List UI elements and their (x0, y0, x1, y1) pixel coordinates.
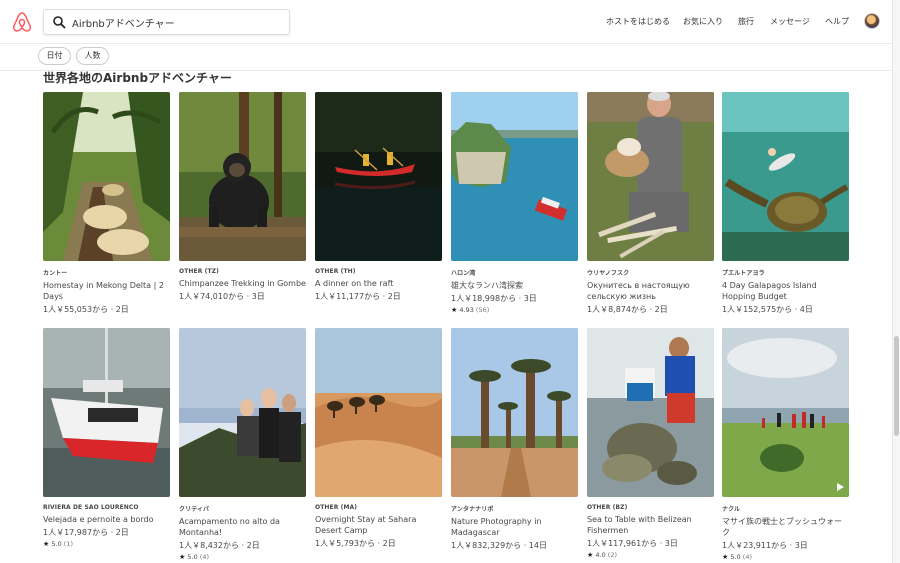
nav-help[interactable]: ヘルプ (825, 16, 849, 27)
experience-price: 1人￥23,911から · 3日 (722, 541, 808, 550)
filter-bar: 日付 人数 (0, 44, 900, 71)
page-scrollbar[interactable] (892, 0, 900, 563)
experience-price: 1人￥74,010から · 3日 (179, 292, 265, 301)
star-icon: ★ (179, 553, 186, 561)
experience-location: RIVIERA DE SAO LOURENCO (43, 504, 139, 511)
experience-location: ハロン湾 (451, 270, 476, 277)
experience-card[interactable]: OTHER (TZ) Chimpanzee Trekking in Gombe … (179, 92, 306, 302)
experience-photo[interactable] (43, 328, 170, 497)
experience-card[interactable]: クリティバ Acampamento no alto da Montanha! 1… (179, 328, 306, 561)
nav-trips[interactable]: 旅行 (738, 16, 754, 27)
experience-photo[interactable] (722, 328, 849, 497)
experience-title[interactable]: 4 Day Galapagos Island Hopping Budget (722, 280, 849, 302)
experience-rating: ★ 5.0 (4) (179, 553, 209, 561)
experience-card[interactable]: OTHER (BZ) Sea to Table with Belizean Fi… (587, 328, 714, 559)
experience-price: 1人￥18,998から · 3日 (451, 294, 537, 303)
star-icon: ★ (451, 306, 458, 314)
experience-title[interactable]: マサイ族の戦士とブッシュウォーク (722, 516, 849, 538)
airbnb-logo[interactable] (12, 11, 32, 33)
experience-card[interactable]: ナクル マサイ族の戦士とブッシュウォーク 1人￥23,911から · 3日 ★ … (722, 328, 849, 561)
experience-photo[interactable] (451, 328, 578, 497)
experience-price: 1人￥55,053から · 2日 (43, 305, 129, 314)
experience-location: プエルトアヨラ (722, 270, 765, 277)
experience-card[interactable]: プエルトアヨラ 4 Day Galapagos Island Hopping B… (722, 92, 849, 315)
filter-dates-button[interactable]: 日付 (38, 47, 71, 65)
experience-card[interactable]: アンタナナリボ Nature Photography in Madagascar… (451, 328, 578, 551)
experience-photo[interactable] (451, 92, 578, 261)
experience-title[interactable]: Velejada e pernoite a bordo (43, 514, 170, 525)
experience-price: 1人￥17,987から · 2日 (43, 528, 129, 537)
experience-title[interactable]: Overnight Stay at Sahara Desert Camp (315, 514, 442, 536)
nav-saved[interactable]: お気に入り (683, 16, 723, 27)
experience-photo[interactable] (587, 92, 714, 261)
nav-become-host[interactable]: ホストをはじめる (606, 16, 670, 27)
experience-title[interactable]: Окунитесь в настоящую сельскую жизнь (587, 280, 714, 302)
experience-location: アンタナナリボ (451, 506, 494, 513)
experience-title[interactable]: Sea to Table with Belizean Fishermen (587, 514, 714, 536)
experience-rating: ★ 4.0 (2) (587, 551, 617, 559)
experience-price: 1人￥5,793から · 2日 (315, 539, 396, 548)
experience-title[interactable]: Homestay in Mekong Delta | 2 Days (43, 280, 170, 302)
experience-price: 1人￥832,329から · 14日 (451, 541, 547, 550)
experience-title[interactable]: 雄大なランハ湾探索 (451, 280, 578, 291)
star-icon: ★ (722, 553, 729, 561)
experience-photo[interactable] (179, 92, 306, 261)
experience-rating: ★ 4.93 (56) (451, 306, 490, 314)
experience-location: クリティバ (179, 506, 210, 513)
star-icon: ★ (587, 551, 594, 559)
experience-location: ウリヤノフスク (587, 270, 630, 277)
experience-photo[interactable] (179, 328, 306, 497)
experience-photo[interactable] (315, 328, 442, 497)
experience-price: 1人￥11,177から · 2日 (315, 292, 401, 301)
experience-card[interactable]: ウリヤノフスク Окунитесь в настоящую сельскую ж… (587, 92, 714, 315)
experience-photo[interactable] (43, 92, 170, 261)
experience-location: OTHER (BZ) (587, 504, 628, 511)
experience-photo[interactable] (587, 328, 714, 497)
top-header: ホストをはじめる お気に入り 旅行 メッセージ ヘルプ (0, 0, 900, 44)
experience-title[interactable]: Nature Photography in Madagascar (451, 516, 578, 538)
experience-price: 1人￥8,432から · 2日 (179, 541, 260, 550)
filter-guests-button[interactable]: 人数 (76, 47, 109, 65)
experience-card[interactable]: OTHER (MA) Overnight Stay at Sahara Dese… (315, 328, 442, 549)
experience-rating: ★ 5.0 (4) (722, 553, 752, 561)
experience-title[interactable]: Acampamento no alto da Montanha! (179, 516, 306, 538)
scrollbar-thumb[interactable] (894, 336, 899, 436)
search-input[interactable] (72, 13, 282, 31)
experience-photo[interactable] (722, 92, 849, 261)
experience-card[interactable]: ハロン湾 雄大なランハ湾探索 1人￥18,998から · 3日 ★ 4.93 (… (451, 92, 578, 314)
experience-card[interactable]: RIVIERA DE SAO LOURENCO Velejada e perno… (43, 328, 170, 548)
experience-card[interactable]: カントー Homestay in Mekong Delta | 2 Days 1… (43, 92, 170, 315)
experience-location: OTHER (TZ) (179, 268, 219, 275)
experience-title[interactable]: Chimpanzee Trekking in Gombe (179, 278, 306, 289)
section-title: 世界各地のAirbnbアドベンチャー (43, 71, 232, 85)
experience-title[interactable]: A dinner on the raft (315, 278, 442, 289)
experience-location: カントー (43, 270, 68, 277)
nav-messages[interactable]: メッセージ (770, 16, 810, 27)
star-icon: ★ (43, 540, 50, 548)
experience-card[interactable]: OTHER (TH) A dinner on the raft 1人￥11,17… (315, 92, 442, 302)
experience-price: 1人￥8,874から · 2日 (587, 305, 668, 314)
play-icon[interactable] (836, 483, 844, 491)
avatar[interactable] (864, 13, 880, 29)
experience-location: OTHER (MA) (315, 504, 358, 511)
search-icon (53, 16, 66, 29)
experience-photo[interactable] (315, 92, 442, 261)
experience-price: 1人￥117,961から · 3日 (587, 539, 678, 548)
experience-location: ナクル (722, 506, 741, 513)
search-box[interactable] (43, 9, 290, 35)
experience-location: OTHER (TH) (315, 268, 356, 275)
experience-price: 1人￥152,575から · 4日 (722, 305, 813, 314)
experience-rating: ★ 5.0 (1) (43, 540, 73, 548)
